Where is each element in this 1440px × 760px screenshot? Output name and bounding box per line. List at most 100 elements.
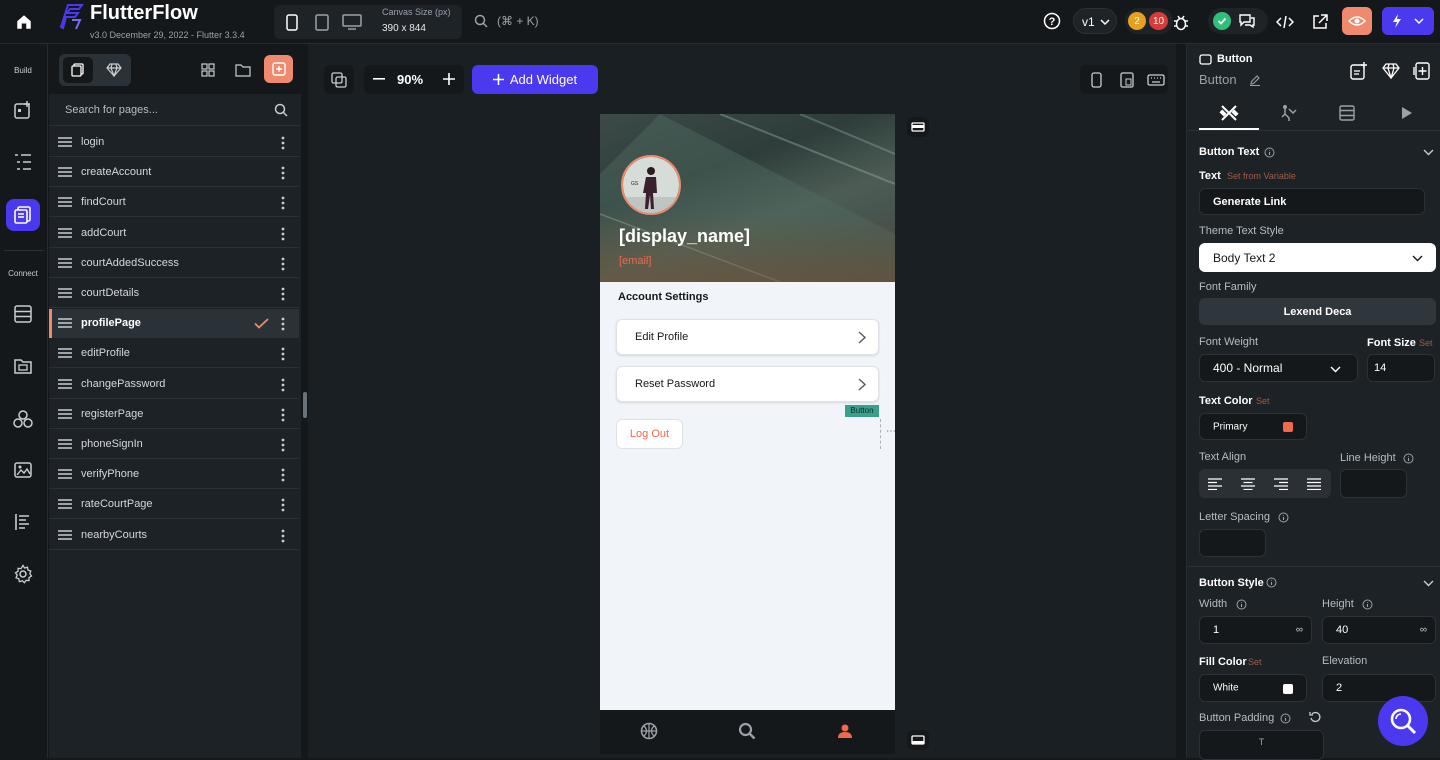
line-height-input[interactable]	[1340, 469, 1407, 498]
search-shortcut[interactable]: (⌘ + K)	[497, 14, 539, 28]
keyboard-icon[interactable]	[1144, 69, 1168, 91]
add-page-button[interactable]	[264, 55, 293, 83]
database-icon[interactable]	[11, 302, 35, 326]
page-search-input[interactable]: Search for pages...	[49, 94, 301, 126]
search-icon[interactable]	[472, 12, 490, 30]
code-icon[interactable]	[1274, 11, 1296, 33]
widget-tree-icon[interactable]	[11, 150, 35, 174]
info-icon[interactable]	[1236, 599, 1247, 610]
text-color-set-link[interactable]: Set	[1256, 396, 1270, 406]
page-item-login[interactable]: login	[49, 128, 299, 157]
padding-top-input[interactable]: T	[1199, 730, 1324, 760]
theme-text-style-select[interactable]: Body Text 2	[1199, 243, 1436, 272]
tab-backend-query-icon[interactable]	[1335, 101, 1359, 125]
settings-gear-icon[interactable]	[11, 562, 35, 586]
home-icon[interactable]	[12, 10, 36, 34]
page-item-editProfile[interactable]: editProfile	[49, 339, 299, 369]
page-item-rateCourtPage[interactable]: rateCourtPage	[49, 490, 299, 520]
widget-name[interactable]: Button	[1199, 72, 1237, 87]
fill-color-picker[interactable]: White	[1199, 674, 1307, 702]
page-item-verifyPhone[interactable]: verifyPhone	[49, 460, 299, 490]
width-input[interactable]: 1 ∞	[1199, 616, 1312, 644]
error-badge[interactable]: 10	[1149, 12, 1168, 30]
more-options-icon[interactable]	[281, 166, 285, 180]
page-item-registerPage[interactable]: registerPage	[49, 400, 299, 429]
page-item-profilePage[interactable]: profilePage	[49, 309, 299, 339]
collapse-chevron-icon[interactable]	[1423, 149, 1434, 156]
help-search-fab[interactable]	[1378, 696, 1428, 746]
pages-tab-icon[interactable]	[63, 57, 93, 83]
canvas-layers-icon[interactable]	[324, 65, 354, 94]
align-right-icon[interactable]	[1270, 474, 1292, 494]
version-select[interactable]: v1	[1073, 8, 1117, 34]
zoom-in-button[interactable]	[440, 70, 458, 88]
collapse-chevron-icon[interactable]	[1423, 580, 1434, 587]
more-options-icon[interactable]	[281, 438, 285, 452]
info-icon[interactable]	[1278, 512, 1289, 523]
more-options-icon[interactable]	[281, 529, 285, 543]
profile-nav-icon[interactable]	[834, 720, 856, 742]
page-item-changePassword[interactable]: changePassword	[49, 370, 299, 399]
page-item-courtDetails[interactable]: courtDetails	[49, 279, 299, 308]
edit-profile-card[interactable]: Edit Profile	[616, 319, 879, 355]
preview-eye-button[interactable]	[1342, 7, 1372, 35]
add-child-widget-icon[interactable]	[1347, 59, 1371, 83]
app-values-icon[interactable]	[11, 510, 35, 534]
reset-password-card[interactable]: Reset Password	[616, 366, 879, 402]
add-widget-rail-icon[interactable]	[11, 98, 35, 122]
width-infinity-toggle[interactable]: ∞	[1296, 625, 1303, 636]
more-options-icon[interactable]	[281, 287, 285, 301]
more-options-icon[interactable]	[281, 347, 285, 361]
integrations-icon[interactable]	[11, 407, 35, 431]
run-lightning-button[interactable]	[1382, 7, 1434, 35]
button-text-input[interactable]: Generate Link	[1199, 188, 1425, 215]
more-options-icon[interactable]	[281, 317, 285, 331]
page-item-phoneSignIn[interactable]: phoneSignIn	[49, 430, 299, 459]
canvas-size-value[interactable]: 390 x 844	[382, 23, 426, 34]
check-status-icon[interactable]	[1213, 12, 1231, 30]
logout-button[interactable]: Log Out	[616, 419, 683, 449]
drag-handle-dots[interactable]: ⋯	[886, 426, 895, 437]
phone-device-icon[interactable]	[282, 12, 302, 32]
warning-badge[interactable]: 2	[1128, 12, 1146, 30]
height-infinity-toggle[interactable]: ∞	[1420, 625, 1427, 636]
fill-color-set-link[interactable]: Set	[1248, 657, 1262, 667]
info-icon[interactable]	[1362, 599, 1373, 610]
page-item-courtAddedSuccess[interactable]: courtAddedSuccess	[49, 249, 299, 278]
tablet-device-icon[interactable]	[312, 12, 332, 32]
basketball-nav-icon[interactable]	[638, 720, 660, 742]
zoom-out-button[interactable]	[370, 70, 388, 88]
text-color-picker[interactable]: Primary	[1199, 413, 1307, 440]
grid-view-icon[interactable]	[197, 59, 219, 81]
tab-actions-icon[interactable]	[1277, 101, 1301, 125]
elevation-input[interactable]: 2	[1322, 674, 1436, 702]
more-options-icon[interactable]	[281, 196, 285, 210]
image-assets-icon[interactable]	[11, 458, 35, 482]
align-center-icon[interactable]	[1237, 474, 1259, 494]
more-options-icon[interactable]	[281, 468, 285, 482]
avatar[interactable]: GS	[621, 155, 681, 215]
diamond-components-icon[interactable]	[103, 59, 125, 81]
more-options-icon[interactable]	[281, 408, 285, 422]
navbar-toggle-icon[interactable]	[907, 730, 929, 750]
page-item-addCourt[interactable]: addCourt	[49, 219, 299, 248]
tab-animations-icon[interactable]	[1395, 101, 1419, 125]
align-left-icon[interactable]	[1204, 474, 1226, 494]
diamond-icon[interactable]	[1379, 59, 1403, 83]
search-nav-icon[interactable]	[736, 720, 758, 742]
more-options-icon[interactable]	[281, 136, 285, 150]
page-item-findCourt[interactable]: findCourt	[49, 188, 299, 218]
help-icon[interactable]: ?	[1042, 11, 1062, 31]
font-weight-select[interactable]: 400 - Normal	[1199, 354, 1358, 382]
font-size-set-link[interactable]: Set	[1419, 338, 1433, 348]
more-options-icon[interactable]	[281, 227, 285, 241]
align-justify-icon[interactable]	[1303, 474, 1325, 494]
set-from-variable-link[interactable]: Set from Variable	[1227, 171, 1296, 181]
info-icon[interactable]	[1264, 147, 1275, 158]
appbar-toggle-icon[interactable]	[907, 117, 929, 137]
info-icon[interactable]	[1403, 453, 1414, 464]
info-icon[interactable]	[1280, 713, 1291, 724]
comments-icon[interactable]	[1237, 11, 1257, 31]
page-item-nearbyCourts[interactable]: nearbyCourts	[49, 521, 299, 550]
more-options-icon[interactable]	[281, 498, 285, 512]
